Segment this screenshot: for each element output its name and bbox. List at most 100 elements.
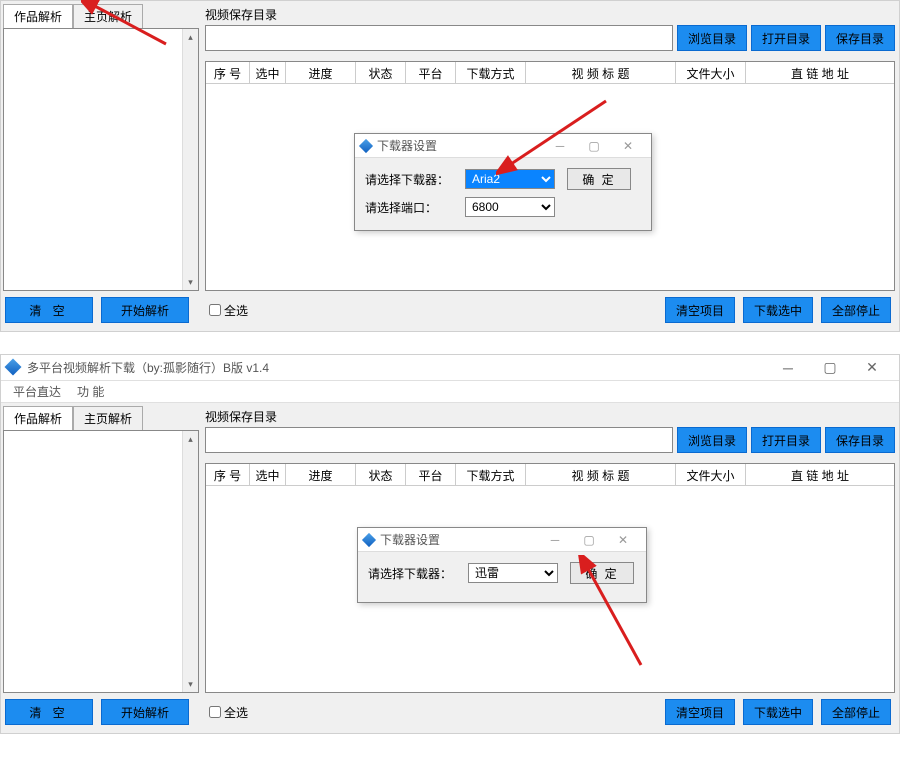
select-all-checkbox[interactable]: 全选 [209,704,248,721]
th-index[interactable]: 序 号 [206,62,250,83]
clear-button[interactable]: 清 空 [5,699,93,725]
download-selected-button[interactable]: 下载选中 [743,699,813,725]
open-dir-button[interactable]: 打开目录 [751,25,821,51]
browse-dir-button[interactable]: 浏览目录 [677,25,747,51]
dialog-maximize[interactable]: ▢ [572,529,606,551]
left-listbox[interactable]: ▴ ▾ [3,430,199,693]
left-panel: 作品解析 主页解析 ▴ ▾ 清 空 开始解析 [1,2,201,331]
menubar: 平台直达 功 能 [1,381,899,403]
th-selected[interactable]: 选中 [250,62,286,83]
select-all-input[interactable] [209,304,221,316]
clear-items-button[interactable]: 清空项目 [665,699,735,725]
dialog-body: 请选择下载器： 迅雷 确 定 [358,552,646,602]
save-dir-input[interactable] [205,427,673,453]
save-dir-label: 视频保存目录 [205,4,895,25]
th-url[interactable]: 直 链 地 址 [746,62,894,83]
dialog-maximize[interactable]: ▢ [577,135,611,157]
download-selected-button[interactable]: 下载选中 [743,297,813,323]
app-icon [7,361,21,375]
downloader-select[interactable]: Aria2 [465,169,555,189]
th-method[interactable]: 下载方式 [456,62,526,83]
save-dir-row: 浏览目录 打开目录 保存目录 [205,427,895,453]
maximize-button[interactable]: ▢ [809,355,851,381]
scroll-down[interactable]: ▾ [183,676,198,692]
th-index[interactable]: 序 号 [206,464,250,485]
th-progress[interactable]: 进度 [286,464,356,485]
app-window-2: 多平台视频解析下载（by:孤影随行）B版 v1.4 ─ ▢ ✕ 平台直达 功 能… [0,354,900,734]
tab-works[interactable]: 作品解析 [3,4,73,28]
scrollbar[interactable]: ▴ ▾ [182,29,198,290]
dialog-minimize[interactable]: ─ [538,529,572,551]
save-dir-section: 视频保存目录 浏览目录 打开目录 保存目录 [205,406,895,453]
th-method[interactable]: 下载方式 [456,464,526,485]
stop-all-button[interactable]: 全部停止 [821,297,891,323]
scroll-down[interactable]: ▾ [183,274,198,290]
dialog-confirm-button[interactable]: 确 定 [570,562,634,584]
save-dir-button[interactable]: 保存目录 [825,25,895,51]
th-title[interactable]: 视 频 标 题 [526,62,676,83]
dialog-title: 下载器设置 [380,531,538,548]
th-platform[interactable]: 平台 [406,62,456,83]
th-title[interactable]: 视 频 标 题 [526,464,676,485]
select-all-input[interactable] [209,706,221,718]
select-all-label: 全选 [224,302,248,319]
downloader-settings-dialog: 下载器设置 ─ ▢ ✕ 请选择下载器： 迅雷 确 定 [357,527,647,603]
downloader-label: 请选择下载器： [368,565,464,582]
tab-home[interactable]: 主页解析 [73,4,143,28]
app-window-1: 作品解析 主页解析 ▴ ▾ 清 空 开始解析 视频保存目录 [0,0,900,332]
th-size[interactable]: 文件大小 [676,62,746,83]
left-panel: 作品解析 主页解析 ▴ ▾ 清 空 开始解析 [1,404,201,733]
save-dir-button[interactable]: 保存目录 [825,427,895,453]
scrollbar[interactable]: ▴ ▾ [182,431,198,692]
clear-button[interactable]: 清 空 [5,297,93,323]
th-platform[interactable]: 平台 [406,464,456,485]
dialog-confirm-button[interactable]: 确 定 [567,168,631,190]
open-dir-button[interactable]: 打开目录 [751,427,821,453]
save-dir-input[interactable] [205,25,673,51]
menu-function[interactable]: 功 能 [69,383,112,400]
downloader-settings-dialog: 下载器设置 ─ ▢ ✕ 请选择下载器： Aria2 确 定 请选择端口： 680… [354,133,652,231]
save-dir-section: 视频保存目录 浏览目录 打开目录 保存目录 [205,4,895,51]
left-listbox[interactable]: ▴ ▾ [3,28,199,291]
th-status[interactable]: 状态 [356,464,406,485]
left-bottom-row: 清 空 开始解析 [3,693,199,731]
th-progress[interactable]: 进度 [286,62,356,83]
start-parse-button[interactable]: 开始解析 [101,699,189,725]
dialog-title: 下载器设置 [377,137,543,154]
menu-platform[interactable]: 平台直达 [5,383,69,400]
downloader-label: 请选择下载器： [365,171,461,188]
minimize-button[interactable]: ─ [767,355,809,381]
th-status[interactable]: 状态 [356,62,406,83]
scroll-up[interactable]: ▴ [183,29,198,45]
dialog-minimize[interactable]: ─ [543,135,577,157]
dialog-icon [361,140,373,152]
th-url[interactable]: 直 链 地 址 [746,464,894,485]
th-selected[interactable]: 选中 [250,464,286,485]
scroll-up[interactable]: ▴ [183,431,198,447]
titlebar[interactable]: 多平台视频解析下载（by:孤影随行）B版 v1.4 ─ ▢ ✕ [1,355,899,381]
dialog-titlebar[interactable]: 下载器设置 ─ ▢ ✕ [358,528,646,552]
start-parse-button[interactable]: 开始解析 [101,297,189,323]
browse-dir-button[interactable]: 浏览目录 [677,427,747,453]
port-select[interactable]: 6800 [465,197,555,217]
left-bottom-row: 清 空 开始解析 [3,291,199,329]
tab-works[interactable]: 作品解析 [3,406,73,430]
tabs: 作品解析 主页解析 [3,406,199,430]
th-size[interactable]: 文件大小 [676,464,746,485]
clear-items-button[interactable]: 清空项目 [665,297,735,323]
save-dir-row: 浏览目录 打开目录 保存目录 [205,25,895,51]
downloader-select[interactable]: 迅雷 [468,563,558,583]
downloader-row: 请选择下载器： Aria2 确 定 [365,166,641,192]
save-dir-label: 视频保存目录 [205,406,895,427]
dialog-close[interactable]: ✕ [606,529,640,551]
dialog-icon [364,534,376,546]
titlebar-controls: ─ ▢ ✕ [767,355,893,381]
tabs: 作品解析 主页解析 [3,4,199,28]
dialog-titlebar[interactable]: 下载器设置 ─ ▢ ✕ [355,134,651,158]
dialog-close[interactable]: ✕ [611,135,645,157]
select-all-checkbox[interactable]: 全选 [209,302,248,319]
tab-home[interactable]: 主页解析 [73,406,143,430]
stop-all-button[interactable]: 全部停止 [821,699,891,725]
close-button[interactable]: ✕ [851,355,893,381]
port-label: 请选择端口： [365,199,461,216]
